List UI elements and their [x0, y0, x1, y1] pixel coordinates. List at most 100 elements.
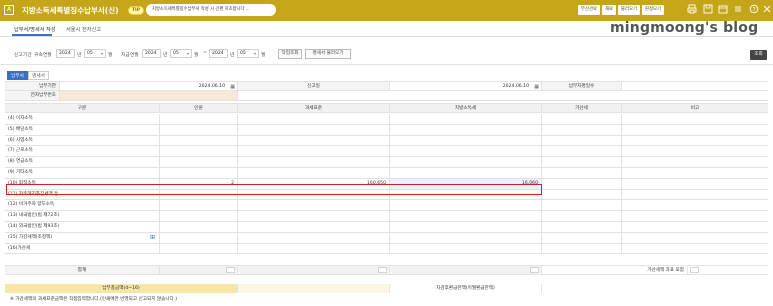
local-tax-cell[interactable]	[390, 200, 542, 211]
penalty-cell[interactable]	[542, 232, 622, 243]
attr-year-unit: 년	[77, 53, 82, 58]
tax-base-cell[interactable]	[238, 243, 390, 254]
remarks-cell[interactable]	[622, 157, 768, 167]
total-tax-input[interactable]	[530, 267, 539, 273]
people-cell[interactable]	[160, 157, 238, 167]
tax-base-cell[interactable]	[238, 124, 390, 135]
remarks-cell[interactable]	[622, 168, 768, 178]
pay-month-select[interactable]: 05 ▾	[170, 49, 192, 58]
top-button-2[interactable]: 재료	[602, 5, 616, 15]
remarks-cell[interactable]	[622, 233, 768, 243]
tax-base-cell[interactable]	[238, 146, 390, 157]
local-tax-cell[interactable]	[390, 243, 542, 254]
remarks-cell[interactable]	[622, 114, 768, 124]
tax-base-cell[interactable]	[238, 157, 390, 167]
subtab-payment[interactable]: 납부서	[7, 71, 28, 80]
remarks-cell[interactable]	[622, 200, 768, 210]
calendar-icon[interactable]	[717, 4, 728, 16]
local-tax-cell[interactable]	[390, 114, 542, 124]
tax-base-cell[interactable]	[238, 200, 390, 211]
people-cell[interactable]	[160, 189, 238, 200]
local-tax-cell[interactable]	[390, 124, 542, 135]
tax-base-cell[interactable]	[238, 211, 390, 221]
end-month-select[interactable]: 05 ▾	[237, 49, 259, 58]
total-people-input[interactable]	[226, 267, 235, 273]
remarks-cell[interactable]	[622, 146, 768, 156]
local-tax-cell[interactable]	[390, 211, 542, 221]
print-icon[interactable]	[686, 4, 697, 16]
penalty-cell[interactable]	[542, 146, 622, 157]
people-cell[interactable]	[160, 135, 238, 146]
count-value[interactable]	[622, 82, 768, 90]
top-button-1[interactable]: 부산관료	[578, 5, 600, 15]
tab-statement[interactable]: 납부서/명세서 작성	[14, 26, 56, 33]
due-date-input[interactable]: 2024.06.10 ▦	[60, 82, 238, 90]
tip-text[interactable]: 지방소득세특별징수납부서 작성 시 간편 지조합니다 ...	[146, 4, 276, 16]
remarks-cell[interactable]	[622, 190, 768, 200]
people-cell[interactable]	[160, 168, 238, 178]
tax-base-cell[interactable]	[238, 222, 390, 232]
end-year-input[interactable]: 2024	[209, 49, 228, 58]
tax-base-cell[interactable]: 160,650	[238, 178, 390, 189]
people-cell[interactable]	[160, 211, 238, 221]
local-tax-cell[interactable]	[390, 189, 542, 200]
attr-year-input[interactable]: 2024	[56, 49, 75, 58]
penalty-cell[interactable]	[542, 222, 622, 232]
local-tax-cell[interactable]	[390, 222, 542, 232]
people-cell[interactable]	[160, 232, 238, 243]
tax-base-cell[interactable]	[238, 168, 390, 178]
penalty-cell[interactable]	[542, 157, 622, 167]
people-cell[interactable]	[160, 124, 238, 135]
pay-year-input[interactable]: 2024	[142, 49, 161, 58]
search-icon[interactable]: ⊞	[150, 233, 155, 243]
save-icon[interactable]	[702, 4, 713, 16]
remarks-cell[interactable]	[622, 136, 768, 146]
penalty-cell[interactable]	[542, 178, 622, 189]
calendar-icon[interactable]: ▦	[534, 83, 539, 90]
local-tax-cell[interactable]	[390, 146, 542, 157]
fetch-button[interactable]: 작업조회	[278, 49, 302, 59]
penalty-cell[interactable]	[542, 243, 622, 254]
people-cell[interactable]: 2	[160, 178, 238, 189]
close-icon[interactable]	[762, 4, 771, 16]
top-button-4[interactable]: 원정모기	[642, 5, 664, 15]
subtab-statement[interactable]: 명세서	[28, 71, 49, 80]
calendar-icon[interactable]: ▦	[230, 83, 235, 90]
penalty-cell[interactable]	[542, 211, 622, 221]
total-base-input[interactable]	[378, 267, 387, 273]
remarks-cell[interactable]	[622, 211, 768, 221]
tab-seoul-efile[interactable]: 서울시 전자신고	[66, 26, 101, 33]
report-date-input[interactable]: 2024.06.10 ▦	[390, 82, 542, 90]
attr-month-select[interactable]: 05 ▾	[84, 49, 106, 58]
penalty-cell[interactable]	[542, 168, 622, 178]
tax-base-cell[interactable]	[238, 189, 390, 200]
top-button-3[interactable]: 불러오기	[618, 5, 640, 15]
people-cell[interactable]	[160, 146, 238, 157]
remarks-cell[interactable]	[622, 222, 768, 232]
tax-base-cell[interactable]	[238, 114, 390, 124]
people-cell[interactable]	[160, 114, 238, 124]
penalty-cell[interactable]	[542, 135, 622, 146]
load-statement-button[interactable]: 명세서 불러오기	[305, 49, 351, 59]
people-cell[interactable]	[160, 243, 238, 254]
local-tax-cell[interactable]	[390, 157, 542, 167]
help-icon[interactable]	[748, 4, 759, 16]
menu-icon[interactable]	[732, 4, 743, 16]
penalty-cell[interactable]	[542, 114, 622, 124]
remarks-cell[interactable]	[622, 244, 768, 254]
remarks-cell[interactable]	[622, 179, 768, 189]
penalty-include-checkbox[interactable]	[690, 267, 699, 273]
local-tax-cell[interactable]	[390, 135, 542, 146]
tax-base-cell[interactable]	[238, 232, 390, 243]
search-button[interactable]: 조회	[750, 50, 767, 60]
penalty-cell[interactable]	[542, 124, 622, 135]
penalty-cell[interactable]	[542, 200, 622, 211]
people-cell[interactable]	[160, 200, 238, 211]
tax-base-cell[interactable]	[238, 135, 390, 146]
local-tax-cell[interactable]	[390, 232, 542, 243]
local-tax-cell[interactable]	[390, 168, 542, 178]
penalty-cell[interactable]	[542, 189, 622, 200]
remarks-cell[interactable]	[622, 125, 768, 135]
people-cell[interactable]	[160, 222, 238, 232]
local-tax-cell[interactable]: 16,060	[390, 178, 542, 189]
